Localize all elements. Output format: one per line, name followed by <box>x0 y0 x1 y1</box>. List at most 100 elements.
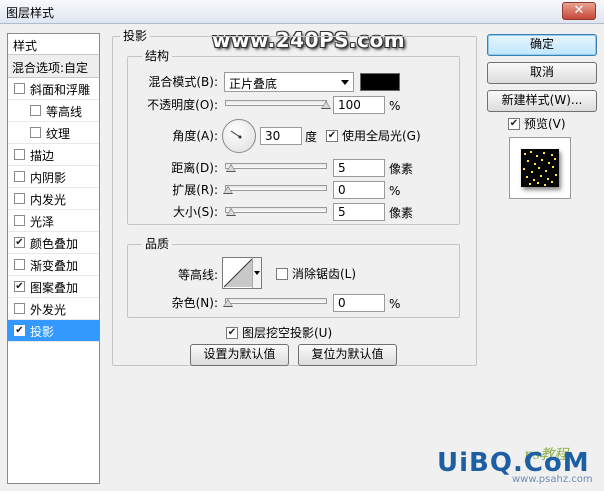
sparkle-dot <box>548 162 550 164</box>
distance-slider-handle[interactable] <box>226 164 236 172</box>
style-item-checkbox[interactable] <box>14 171 25 182</box>
opacity-slider[interactable] <box>225 100 331 109</box>
styles-header[interactable]: 样式 <box>8 34 99 55</box>
style-item-label: 等高线 <box>46 105 83 119</box>
new-style-button[interactable]: 新建样式(W)... <box>487 90 597 112</box>
size-input[interactable]: 5 <box>333 203 385 221</box>
style-item-checkbox[interactable] <box>14 259 25 270</box>
spread-slider[interactable] <box>223 185 327 194</box>
opacity-unit: % <box>389 99 401 113</box>
style-item-checkbox[interactable] <box>14 193 25 204</box>
chevron-down-icon[interactable] <box>252 258 261 288</box>
make-default-button[interactable]: 设置为默认值 <box>190 344 289 366</box>
sparkle-dot <box>540 175 542 177</box>
opacity-slider-handle[interactable] <box>321 101 331 109</box>
opacity-input[interactable]: 100 <box>333 96 385 114</box>
noise-slider[interactable] <box>223 298 327 307</box>
style-item-checkbox[interactable] <box>14 303 25 314</box>
style-item-checkbox[interactable] <box>30 105 41 116</box>
style-item[interactable]: 内阴影 <box>8 166 99 188</box>
style-item-checkbox[interactable]: ✔ <box>14 237 25 248</box>
distance-slider[interactable] <box>225 163 327 172</box>
style-item-checkbox[interactable] <box>14 149 25 160</box>
angle-unit: 度 <box>305 130 318 144</box>
cancel-button[interactable]: 取消 <box>487 62 597 84</box>
ok-button[interactable]: 确定 <box>487 34 597 56</box>
noise-slider-handle[interactable] <box>223 299 233 307</box>
style-item-label: 渐变叠加 <box>30 259 79 273</box>
sparkle-dot <box>541 159 543 161</box>
sparkle-dot <box>538 167 540 169</box>
anti-alias-label[interactable]: 消除锯齿(L) <box>292 267 356 281</box>
checkmark-icon: ✔ <box>15 237 24 248</box>
noise-input[interactable]: 0 <box>333 294 385 312</box>
size-slider-handle[interactable] <box>226 208 236 216</box>
style-item-checkbox[interactable] <box>14 83 25 94</box>
angle-dial[interactable] <box>222 119 256 153</box>
style-item[interactable]: ✔ 投影 <box>8 320 99 342</box>
chevron-down-icon <box>341 80 349 85</box>
contour-picker[interactable] <box>222 257 262 289</box>
styles-list-panel: 样式 混合选项:自定 斜面和浮雕等高线纹理描边内阴影 内发光 光泽 ✔ 颜色叠加渐变叠加… <box>7 33 100 484</box>
checkmark-icon: ✔ <box>15 325 24 336</box>
blend-mode-select[interactable]: 正片叠底 <box>224 72 354 92</box>
spread-slider-handle[interactable] <box>223 186 233 194</box>
sparkle-dot <box>523 168 525 170</box>
angle-label: 角度(A): <box>172 129 218 143</box>
sparkle-dot <box>536 155 538 157</box>
sparkle-dot <box>552 166 554 168</box>
style-item[interactable]: 等高线 <box>8 100 99 122</box>
preview-label[interactable]: 预览(V) <box>524 117 566 131</box>
angle-input[interactable]: 30 <box>260 127 302 145</box>
distance-unit: 像素 <box>389 162 414 176</box>
size-unit: 像素 <box>389 206 414 220</box>
style-items: 斜面和浮雕等高线纹理描边内阴影 内发光 光泽 ✔ 颜色叠加渐变叠加 ✔ 图案叠加外发光 ✔ 投影 <box>8 78 99 342</box>
brand-url: www.psahz.com <box>512 474 593 485</box>
knockout-label[interactable]: 图层挖空投影(U) <box>242 326 332 340</box>
reset-default-button[interactable]: 复位为默认值 <box>298 344 397 366</box>
size-label: 大小(S): <box>172 205 218 219</box>
sparkle-dot <box>533 179 535 181</box>
style-item-checkbox[interactable]: ✔ <box>14 325 25 336</box>
blending-options-item[interactable]: 混合选项:自定 <box>8 55 99 78</box>
style-item-checkbox[interactable]: ✔ <box>14 281 25 292</box>
style-item[interactable]: 斜面和浮雕 <box>8 78 99 100</box>
sparkle-dot <box>531 171 533 173</box>
global-light-label[interactable]: 使用全局光(G) <box>342 129 421 143</box>
noise-unit: % <box>389 297 401 311</box>
size-slider[interactable] <box>225 207 327 216</box>
sparkle-dot <box>526 176 528 178</box>
preview-swatch <box>521 149 559 187</box>
global-light-checkbox[interactable]: ✔ <box>326 130 338 142</box>
title-bar[interactable]: 图层样式 ✕ <box>0 0 604 24</box>
style-item-label: 图案叠加 <box>30 281 79 295</box>
style-item[interactable]: 光泽 <box>8 210 99 232</box>
style-item[interactable]: 纹理 <box>8 122 99 144</box>
style-item[interactable]: ✔ 颜色叠加 <box>8 232 99 254</box>
checkmark-icon: ✔ <box>15 281 24 292</box>
style-preview-thumbnail <box>509 137 571 199</box>
shadow-color-swatch[interactable] <box>360 73 400 91</box>
checkmark-icon: ✔ <box>327 130 337 141</box>
style-item-checkbox[interactable] <box>30 127 41 138</box>
style-item-label: 描边 <box>30 149 55 163</box>
sparkle-dot <box>527 160 529 162</box>
style-item[interactable]: ✔ 图案叠加 <box>8 276 99 298</box>
style-item[interactable]: 描边 <box>8 144 99 166</box>
spread-input[interactable]: 0 <box>333 181 385 199</box>
sparkle-dot <box>547 178 549 180</box>
blend-mode-value: 正片叠底 <box>229 77 278 91</box>
style-item[interactable]: 内发光 <box>8 188 99 210</box>
style-item[interactable]: 外发光 <box>8 298 99 320</box>
sparkle-dot <box>534 163 536 165</box>
sparkle-dot <box>545 170 547 172</box>
distance-input[interactable]: 5 <box>333 159 385 177</box>
sparkle-dot <box>551 154 553 156</box>
style-item[interactable]: 渐变叠加 <box>8 254 99 276</box>
knockout-checkbox[interactable]: ✔ <box>226 327 238 339</box>
style-item-checkbox[interactable] <box>14 215 25 226</box>
noise-label: 杂色(N): <box>171 296 218 310</box>
preview-checkbox[interactable]: ✔ <box>508 118 520 130</box>
anti-alias-checkbox[interactable] <box>276 268 288 280</box>
close-button[interactable]: ✕ <box>562 2 596 20</box>
